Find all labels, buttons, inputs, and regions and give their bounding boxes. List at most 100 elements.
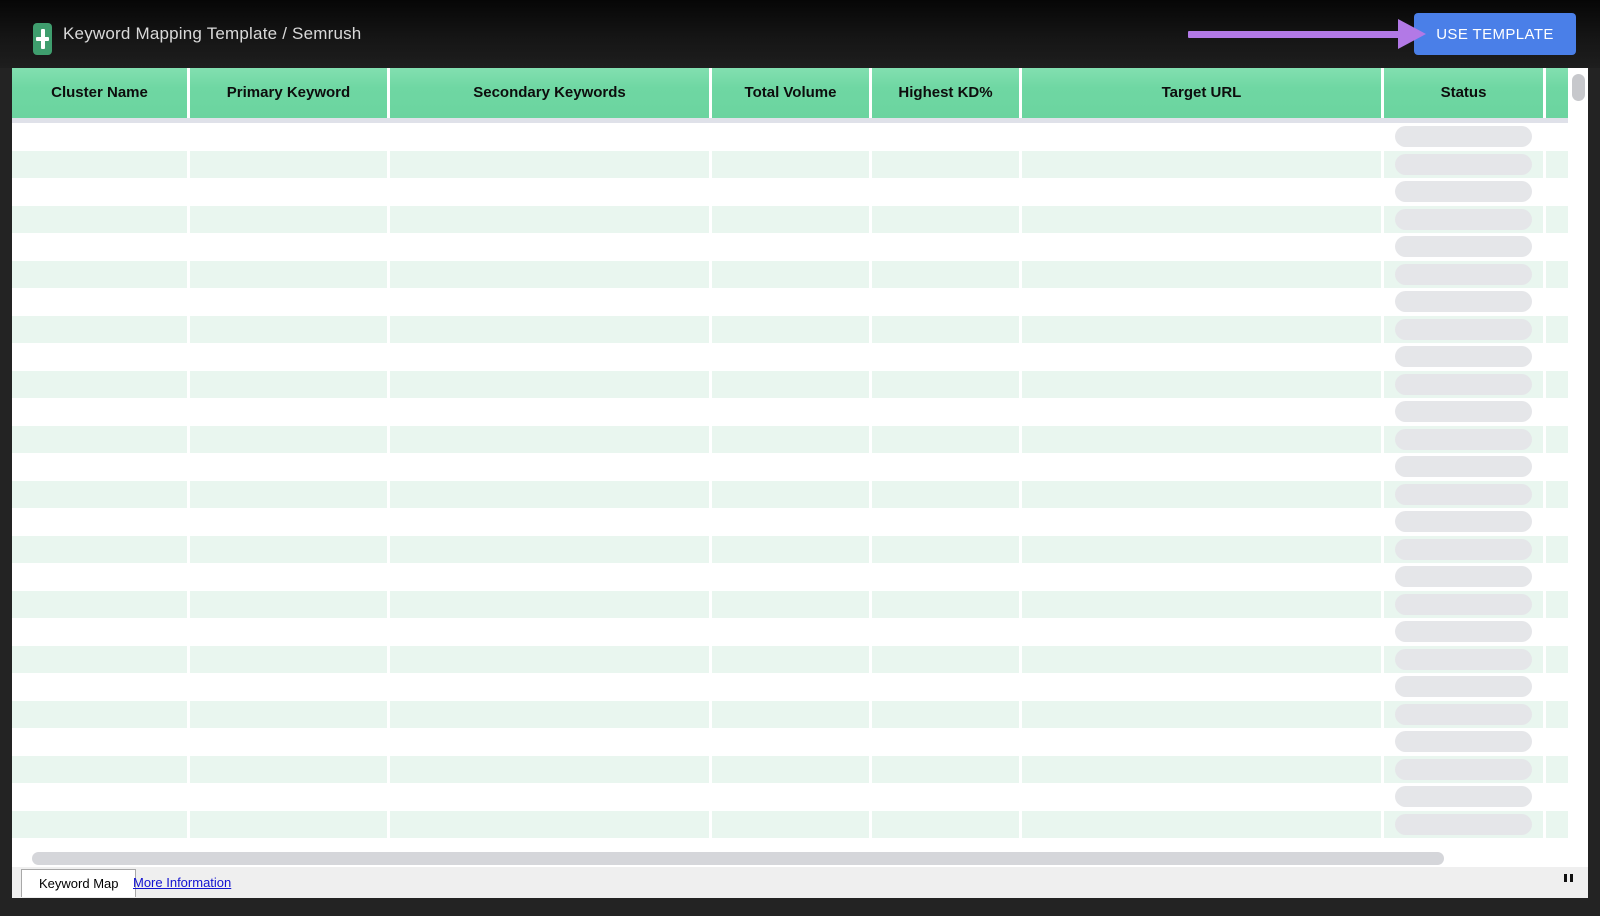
cell-highest_kd[interactable] bbox=[872, 398, 1022, 426]
cell-highest_kd[interactable] bbox=[872, 645, 1022, 673]
cell-target_url[interactable] bbox=[1022, 123, 1384, 151]
cell-spacer[interactable] bbox=[1546, 810, 1568, 838]
cell-secondary_keywords[interactable] bbox=[390, 563, 712, 591]
cell-target_url[interactable] bbox=[1022, 783, 1384, 811]
cell-status[interactable] bbox=[1384, 178, 1546, 206]
cell-cluster_name[interactable] bbox=[12, 563, 190, 591]
cell-target_url[interactable] bbox=[1022, 755, 1384, 783]
cell-secondary_keywords[interactable] bbox=[390, 370, 712, 398]
cell-total_volume[interactable] bbox=[712, 535, 872, 563]
cell-target_url[interactable] bbox=[1022, 673, 1384, 701]
cell-total_volume[interactable] bbox=[712, 508, 872, 536]
cell-spacer[interactable] bbox=[1546, 618, 1568, 646]
cell-status[interactable] bbox=[1384, 425, 1546, 453]
cell-status[interactable] bbox=[1384, 728, 1546, 756]
cell-spacer[interactable] bbox=[1546, 673, 1568, 701]
popout-icon[interactable] bbox=[1564, 874, 1573, 882]
cell-status[interactable] bbox=[1384, 673, 1546, 701]
cell-target_url[interactable] bbox=[1022, 590, 1384, 618]
cell-status[interactable] bbox=[1384, 700, 1546, 728]
cell-total_volume[interactable] bbox=[712, 728, 872, 756]
tab-keyword-map[interactable]: Keyword Map bbox=[21, 869, 137, 897]
cell-status[interactable] bbox=[1384, 233, 1546, 261]
cell-highest_kd[interactable] bbox=[872, 673, 1022, 701]
cell-total_volume[interactable] bbox=[712, 618, 872, 646]
cell-target_url[interactable] bbox=[1022, 563, 1384, 591]
cell-highest_kd[interactable] bbox=[872, 123, 1022, 151]
status-pill[interactable] bbox=[1395, 593, 1532, 615]
cell-highest_kd[interactable] bbox=[872, 178, 1022, 206]
cell-target_url[interactable] bbox=[1022, 535, 1384, 563]
cell-primary_keyword[interactable] bbox=[190, 590, 390, 618]
status-pill[interactable] bbox=[1395, 813, 1532, 835]
cell-secondary_keywords[interactable] bbox=[390, 783, 712, 811]
cell-total_volume[interactable] bbox=[712, 755, 872, 783]
cell-target_url[interactable] bbox=[1022, 728, 1384, 756]
cell-primary_keyword[interactable] bbox=[190, 508, 390, 536]
status-pill[interactable] bbox=[1395, 263, 1532, 285]
cell-cluster_name[interactable] bbox=[12, 590, 190, 618]
cell-secondary_keywords[interactable] bbox=[390, 810, 712, 838]
cell-secondary_keywords[interactable] bbox=[390, 673, 712, 701]
cell-cluster_name[interactable] bbox=[12, 783, 190, 811]
cell-spacer[interactable] bbox=[1546, 728, 1568, 756]
cell-cluster_name[interactable] bbox=[12, 260, 190, 288]
cell-primary_keyword[interactable] bbox=[190, 370, 390, 398]
cell-cluster_name[interactable] bbox=[12, 343, 190, 371]
cell-status[interactable] bbox=[1384, 783, 1546, 811]
cell-highest_kd[interactable] bbox=[872, 783, 1022, 811]
cell-spacer[interactable] bbox=[1546, 398, 1568, 426]
status-pill[interactable] bbox=[1395, 236, 1532, 258]
cell-target_url[interactable] bbox=[1022, 453, 1384, 481]
vertical-scrollbar-thumb[interactable] bbox=[1572, 74, 1585, 101]
cell-total_volume[interactable] bbox=[712, 673, 872, 701]
cell-primary_keyword[interactable] bbox=[190, 288, 390, 316]
cell-highest_kd[interactable] bbox=[872, 288, 1022, 316]
cell-target_url[interactable] bbox=[1022, 288, 1384, 316]
cell-spacer[interactable] bbox=[1546, 343, 1568, 371]
cell-status[interactable] bbox=[1384, 205, 1546, 233]
status-pill[interactable] bbox=[1395, 456, 1532, 478]
cell-target_url[interactable] bbox=[1022, 315, 1384, 343]
cell-secondary_keywords[interactable] bbox=[390, 425, 712, 453]
cell-highest_kd[interactable] bbox=[872, 728, 1022, 756]
cell-spacer[interactable] bbox=[1546, 535, 1568, 563]
cell-cluster_name[interactable] bbox=[12, 178, 190, 206]
cell-highest_kd[interactable] bbox=[872, 343, 1022, 371]
cell-primary_keyword[interactable] bbox=[190, 563, 390, 591]
cell-total_volume[interactable] bbox=[712, 453, 872, 481]
cell-primary_keyword[interactable] bbox=[190, 755, 390, 783]
status-pill[interactable] bbox=[1395, 511, 1532, 533]
cell-primary_keyword[interactable] bbox=[190, 535, 390, 563]
status-pill[interactable] bbox=[1395, 401, 1532, 423]
cell-total_volume[interactable] bbox=[712, 480, 872, 508]
cell-highest_kd[interactable] bbox=[872, 205, 1022, 233]
cell-highest_kd[interactable] bbox=[872, 150, 1022, 178]
cell-cluster_name[interactable] bbox=[12, 508, 190, 536]
status-pill[interactable] bbox=[1395, 318, 1532, 340]
cell-target_url[interactable] bbox=[1022, 618, 1384, 646]
cell-primary_keyword[interactable] bbox=[190, 150, 390, 178]
status-pill[interactable] bbox=[1395, 208, 1532, 230]
more-information-link[interactable]: More Information bbox=[133, 867, 231, 898]
cell-status[interactable] bbox=[1384, 480, 1546, 508]
cell-highest_kd[interactable] bbox=[872, 535, 1022, 563]
cell-status[interactable] bbox=[1384, 645, 1546, 673]
status-pill[interactable] bbox=[1395, 648, 1532, 670]
status-pill[interactable] bbox=[1395, 703, 1532, 725]
cell-spacer[interactable] bbox=[1546, 645, 1568, 673]
cell-primary_keyword[interactable] bbox=[190, 618, 390, 646]
cell-status[interactable] bbox=[1384, 343, 1546, 371]
cell-target_url[interactable] bbox=[1022, 150, 1384, 178]
cell-primary_keyword[interactable] bbox=[190, 673, 390, 701]
cell-status[interactable] bbox=[1384, 563, 1546, 591]
cell-total_volume[interactable] bbox=[712, 178, 872, 206]
cell-highest_kd[interactable] bbox=[872, 563, 1022, 591]
cell-total_volume[interactable] bbox=[712, 370, 872, 398]
cell-highest_kd[interactable] bbox=[872, 315, 1022, 343]
cell-target_url[interactable] bbox=[1022, 398, 1384, 426]
cell-secondary_keywords[interactable] bbox=[390, 150, 712, 178]
cell-status[interactable] bbox=[1384, 810, 1546, 838]
cell-spacer[interactable] bbox=[1546, 425, 1568, 453]
cell-cluster_name[interactable] bbox=[12, 370, 190, 398]
